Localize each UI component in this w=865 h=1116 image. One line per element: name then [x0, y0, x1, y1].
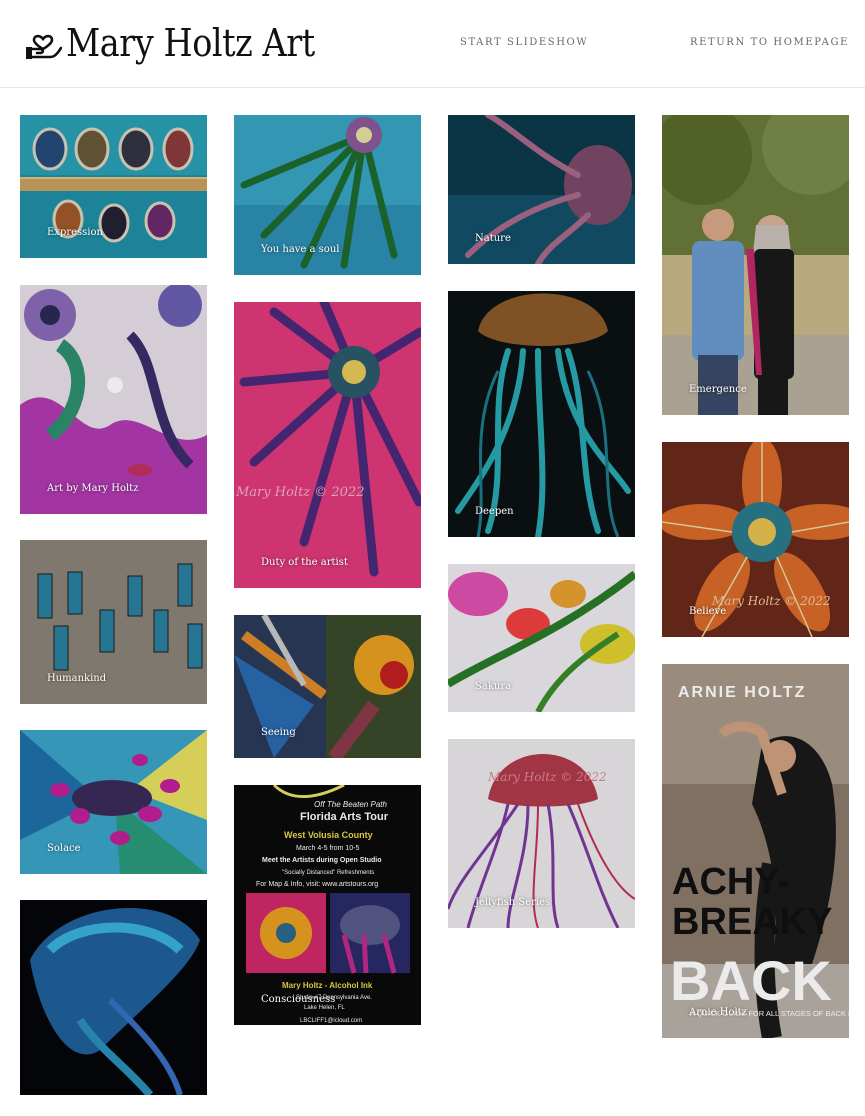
site-header: Mary Holtz Art START SLIDESHOW RETURN TO… [0, 0, 865, 88]
gallery-item-consciousness[interactable]: Off The Beaten Path Florida Arts Tour We… [234, 785, 421, 1025]
gallery-item-deepen[interactable]: Deepen [448, 291, 635, 537]
gallery-item-solace[interactable]: Solace [20, 730, 207, 874]
gallery-caption: Solace [47, 843, 81, 854]
gallery-caption: Consciousness [261, 994, 336, 1005]
hand-holding-heart-icon [26, 34, 62, 59]
gallery-caption: Humankind [47, 673, 107, 684]
gallery-item-duty-of-the-artist[interactable]: Mary Holtz © 2022 Duty of the artist [234, 302, 421, 588]
return-to-homepage-link[interactable]: RETURN TO HOMEPAGE [690, 37, 849, 48]
site-logo[interactable]: Mary Holtz Art [24, 18, 349, 68]
gallery-item-humankind[interactable]: Humankind [20, 540, 207, 704]
image-overlay [662, 115, 849, 415]
gallery-caption: You have a soul [261, 244, 340, 255]
gallery-item-nature[interactable]: Nature [448, 115, 635, 264]
gallery-caption: Believe [689, 606, 727, 617]
image-overlay [662, 664, 849, 1038]
gallery-item-expression[interactable]: Expression [20, 115, 207, 258]
start-slideshow-link[interactable]: START SLIDESHOW [460, 37, 588, 48]
gallery-item-believe[interactable]: Mary Holtz © 2022 Believe [662, 442, 849, 637]
image-overlay [234, 785, 421, 1025]
image-overlay [234, 302, 421, 588]
gallery-item-emergence[interactable]: Emergence [662, 115, 849, 415]
image-overlay [20, 900, 207, 1095]
gallery-caption: Nature [475, 233, 511, 244]
gallery-caption: Seeing [261, 727, 296, 738]
gallery-caption: Jellyfish Series [475, 897, 551, 908]
gallery-caption: Art by Mary Holtz [47, 483, 139, 494]
gallery-caption: Emergence [689, 384, 747, 395]
gallery-caption: Arnie Holtz [689, 1007, 747, 1018]
site-title: Mary Holtz Art [66, 21, 315, 65]
gallery-caption: Sakura [475, 681, 512, 692]
image-overlay [448, 291, 635, 537]
gallery-item-jellyfish-series[interactable]: Mary Holtz © 2022 Jellyfish Series [448, 739, 635, 928]
gallery-caption: Expression [47, 227, 103, 238]
gallery-item-arnie-holtz[interactable]: ARNIE HOLTZ ACHY- BREAKY BACK A QUICK GU… [662, 664, 849, 1038]
gallery-item-sakura[interactable]: Sakura [448, 564, 635, 712]
gallery-caption: Deepen [475, 506, 514, 517]
image-overlay [20, 285, 207, 514]
gallery-item-seeing[interactable]: Seeing [234, 615, 421, 758]
gallery-caption: Duty of the artist [261, 557, 348, 568]
gallery-item-you-have-a-soul[interactable]: You have a soul [234, 115, 421, 275]
gallery-item-jellyfish[interactable] [20, 900, 207, 1095]
gallery-item-art-by-mary-holtz[interactable]: Art by Mary Holtz [20, 285, 207, 514]
